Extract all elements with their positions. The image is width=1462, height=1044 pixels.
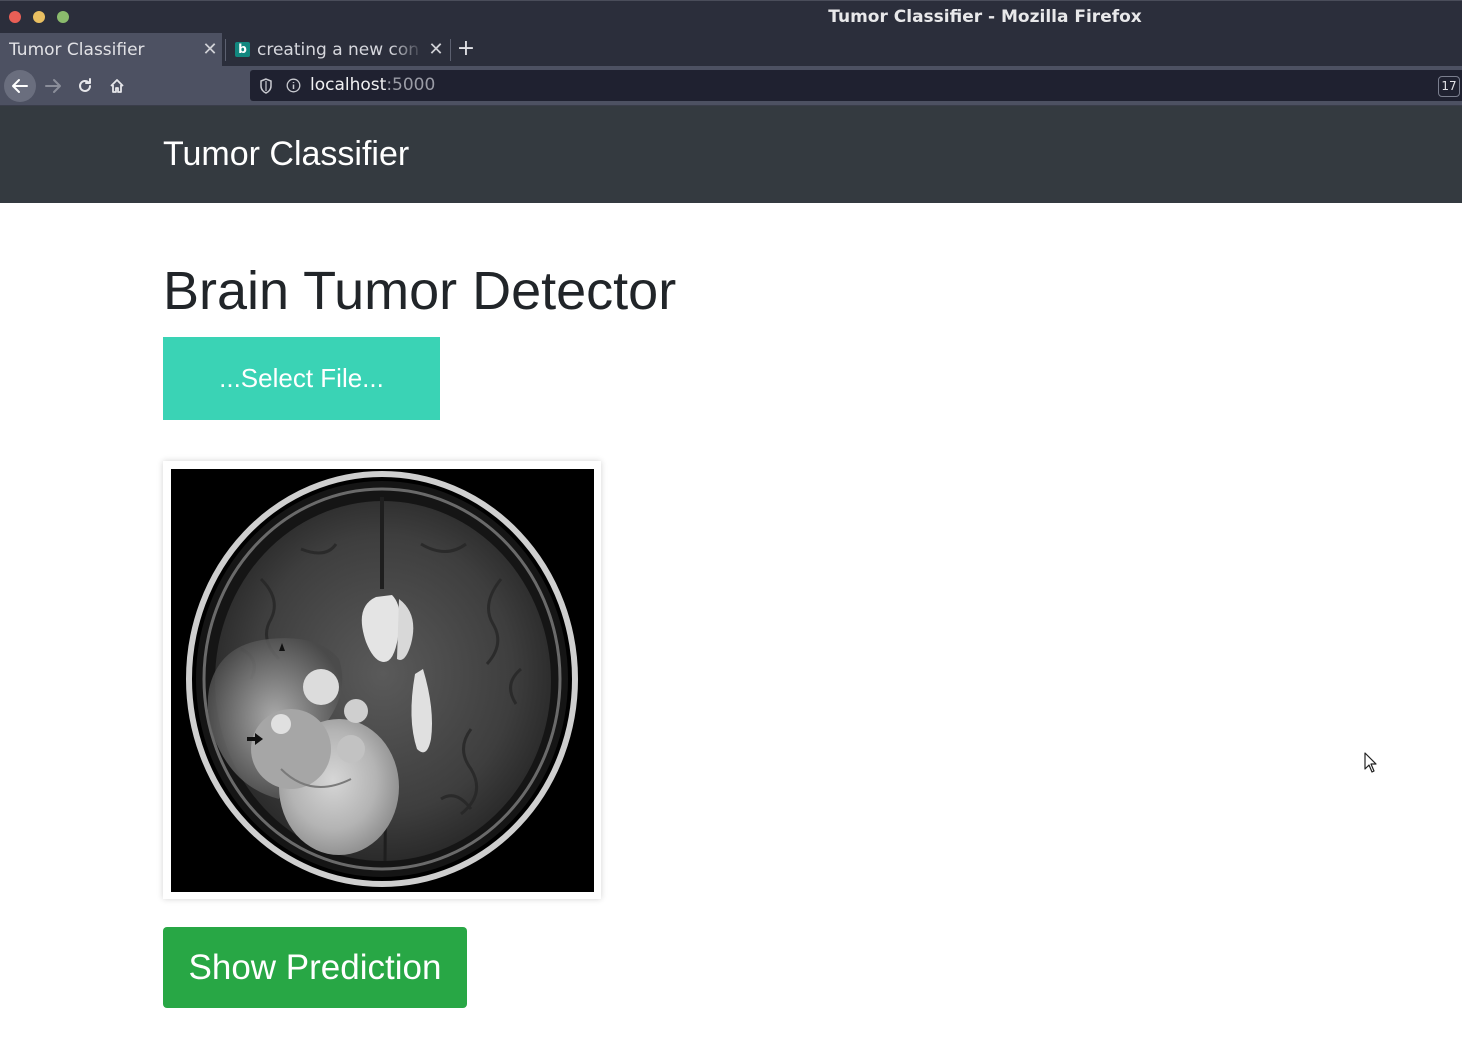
close-icon[interactable]: ✕: [198, 39, 222, 60]
tab-creating-new[interactable]: b creating a new con ✕: [226, 33, 448, 66]
mouse-cursor-icon: [1364, 752, 1377, 773]
extension-badge[interactable]: 17: [1438, 76, 1460, 97]
mri-scan-image: [171, 469, 594, 892]
home-icon: [110, 79, 124, 93]
browser-navbar: localhost:5000 17: [0, 66, 1462, 106]
image-preview-frame: [163, 461, 601, 899]
reload-icon: [79, 78, 91, 92]
reload-button[interactable]: [69, 70, 101, 102]
show-prediction-button[interactable]: Show Prediction: [163, 927, 467, 1008]
home-button[interactable]: [101, 70, 133, 102]
site-navbar: Tumor Classifier: [0, 106, 1462, 203]
arrow-right-icon: [45, 79, 61, 93]
new-tab-button[interactable]: +: [456, 33, 476, 66]
window-titlebar: Tumor Classifier - Mozilla Firefox: [0, 0, 1462, 33]
navbar-brand[interactable]: Tumor Classifier: [163, 106, 409, 203]
bing-icon: b: [235, 42, 250, 57]
url-port: :5000: [386, 75, 436, 95]
back-button[interactable]: [4, 70, 36, 102]
tab-label: Tumor Classifier: [9, 39, 145, 60]
window-title: Tumor Classifier - Mozilla Firefox: [828, 7, 1142, 27]
arrow-left-icon: [12, 79, 28, 93]
tab-bar: Tumor Classifier ✕ b creating a new con …: [0, 33, 1462, 66]
tab-separator: [450, 39, 451, 61]
forward-button[interactable]: [37, 70, 69, 102]
tab-tumor-classifier[interactable]: Tumor Classifier ✕: [0, 33, 222, 66]
select-file-button[interactable]: ...Select File...: [163, 337, 440, 420]
url-text[interactable]: localhost:5000: [310, 70, 435, 101]
tab-label: creating a new con: [257, 39, 420, 60]
shield-icon[interactable]: [259, 78, 273, 94]
close-icon[interactable]: ✕: [424, 39, 448, 60]
page-title: Brain Tumor Detector: [163, 261, 677, 321]
address-bar[interactable]: localhost:5000 17: [250, 70, 1462, 101]
info-icon[interactable]: [286, 78, 301, 93]
url-host: localhost: [310, 75, 387, 95]
